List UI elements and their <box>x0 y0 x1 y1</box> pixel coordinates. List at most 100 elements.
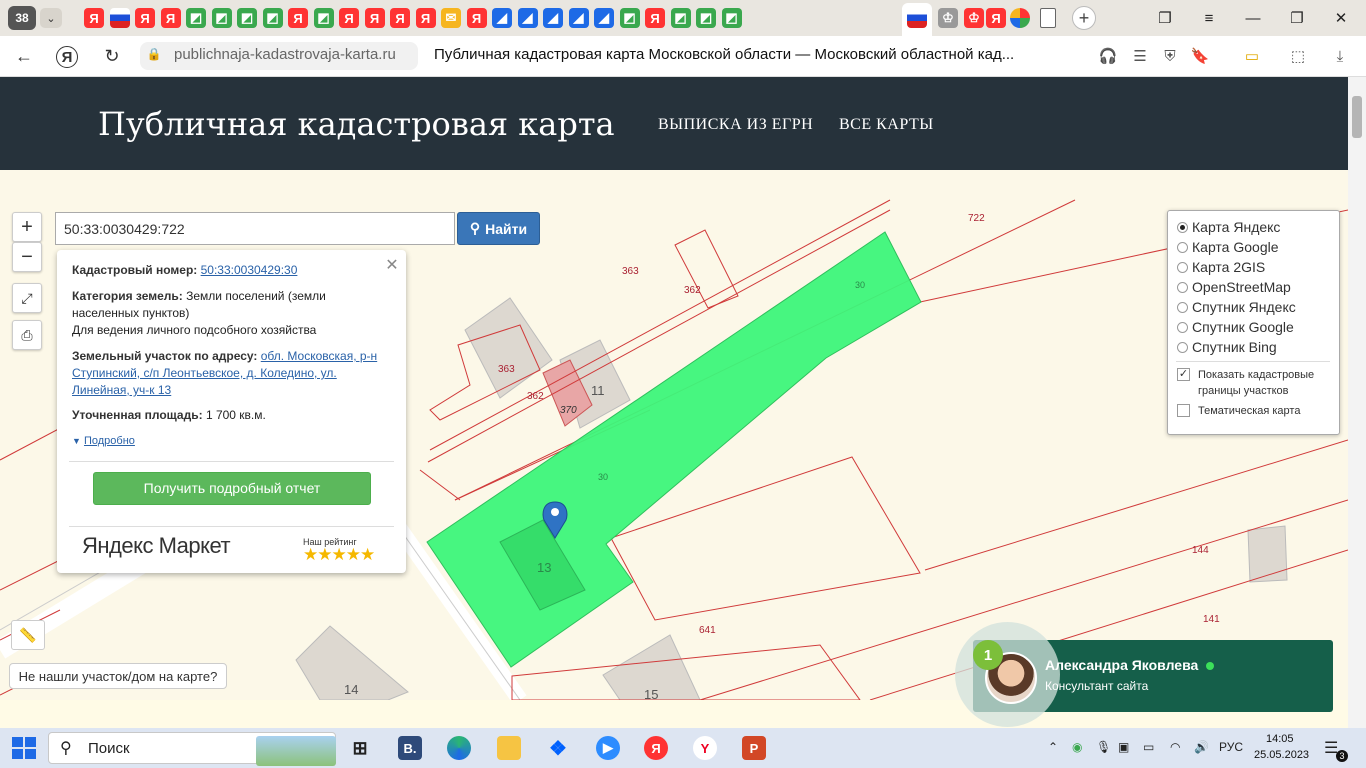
mail-tab-icon[interactable]: ✉ <box>441 8 461 28</box>
lock-icon[interactable]: 🔒 <box>146 46 162 62</box>
back-arrow-icon[interactable]: ← <box>12 44 36 68</box>
checkbox-checked-icon[interactable]: ✓ <box>1177 368 1190 381</box>
tab-count-badge[interactable]: 38 <box>8 6 36 30</box>
url-text[interactable]: publichnaja-kadastrovaja-karta.ru <box>174 46 396 63</box>
yandex-tab-icon[interactable]: Я <box>390 8 410 28</box>
extensions-icon[interactable]: ⬚ <box>1288 46 1308 66</box>
layer-yandex-satellite[interactable]: Спутник Яндекс <box>1177 299 1296 315</box>
language-indicator[interactable]: РУС <box>1219 740 1243 754</box>
radio-icon[interactable] <box>1177 341 1188 353</box>
tray-clipboard-icon[interactable]: ▣ <box>1118 740 1129 754</box>
active-tab[interactable] <box>902 3 932 36</box>
taskbar-search-placeholder[interactable]: Поиск <box>88 740 130 757</box>
microphone-icon[interactable]: 🎙 <box>1096 740 1111 754</box>
document-tab-icon[interactable] <box>1040 8 1056 28</box>
apps-tab-icon[interactable] <box>1010 8 1030 28</box>
yandex-tab-icon[interactable]: Я <box>84 8 104 28</box>
reader-mode-icon[interactable]: ☰ <box>1130 46 1150 66</box>
kadastr-tab-icon[interactable]: ◩ <box>696 8 716 28</box>
blue-tab-icon[interactable]: ◢ <box>543 8 563 28</box>
zoom-in-button[interactable]: + <box>12 212 42 242</box>
site-title[interactable]: Публичная кадастровая карта <box>98 105 615 143</box>
kadastr-tab-icon[interactable]: ◩ <box>313 8 334 28</box>
cadastral-search-input[interactable] <box>55 212 455 245</box>
cadastral-number-link[interactable]: 50:33:0030429:30 <box>201 263 298 277</box>
emblem-tab-icon[interactable]: ♔ <box>938 8 958 28</box>
russia-flag-icon[interactable] <box>109 8 130 28</box>
radio-icon[interactable] <box>1177 281 1188 293</box>
battery-icon[interactable]: ▭ <box>1143 740 1154 754</box>
clock-time[interactable]: 14:05 <box>1266 733 1294 745</box>
tray-expand-icon[interactable]: ⌃ <box>1048 740 1058 754</box>
protect-icon[interactable]: ⛨ <box>1160 46 1180 66</box>
cadastral-map[interactable]: 722 363 362 363 362 370 144 641 141 30 3… <box>0 170 1348 700</box>
radio-icon[interactable] <box>1177 321 1188 333</box>
blue-tab-icon[interactable]: ◢ <box>594 8 614 28</box>
search-button[interactable]: ⚲ Найти <box>457 212 540 245</box>
not-found-button[interactable]: Не нашли участок/дом на карте? <box>9 663 227 689</box>
kadastr-tab-icon[interactable]: ◩ <box>619 8 640 28</box>
yandex-tab-icon[interactable]: Я <box>986 8 1006 28</box>
yandex-tab-icon[interactable]: Я <box>288 8 308 28</box>
minimize-icon[interactable]: — <box>1238 6 1268 30</box>
layer-yandex-map[interactable]: Карта Яндекс <box>1177 219 1280 235</box>
scrollbar-thumb[interactable] <box>1352 96 1362 138</box>
powerpoint-icon[interactable]: P <box>742 736 766 760</box>
blue-tab-icon[interactable]: ◢ <box>517 8 538 28</box>
layer-osm[interactable]: OpenStreetMap <box>1177 279 1291 295</box>
zoom-out-button[interactable]: − <box>12 242 42 272</box>
show-boundaries-option[interactable]: ✓ Показать кадастровые границы участков <box>1177 367 1327 399</box>
new-tab-plus-icon[interactable]: + <box>1072 6 1096 30</box>
radio-icon[interactable] <box>1177 241 1188 253</box>
print-icon[interactable]: ⎙ <box>12 320 42 350</box>
close-window-icon[interactable]: ✕ <box>1326 6 1356 30</box>
yandex-logo-icon[interactable]: Я <box>56 46 78 68</box>
get-report-button[interactable]: Получить подробный отчет <box>93 472 371 505</box>
page-scrollbar[interactable] <box>1348 77 1366 728</box>
thematic-map-option[interactable]: Тематическая карта <box>1177 403 1300 419</box>
kadastr-tab-icon[interactable]: ◩ <box>186 8 206 28</box>
kadastr-tab-icon[interactable]: ◩ <box>211 8 232 28</box>
checkbox-icon[interactable] <box>1177 404 1190 417</box>
nav-egrn-extract[interactable]: ВЫПИСКА ИЗ ЕГРН <box>658 116 813 134</box>
yandex-tab-icon[interactable]: Я <box>466 8 487 28</box>
dropbox-icon[interactable]: ❖ <box>546 736 570 760</box>
layer-2gis-map[interactable]: Карта 2GIS <box>1177 259 1265 275</box>
headphones-icon[interactable]: 🎧 <box>1098 46 1118 66</box>
tab-list-chevron-icon[interactable]: ⌄ <box>40 8 62 28</box>
tray-app-icon[interactable]: ◉ <box>1072 740 1082 754</box>
radio-icon[interactable] <box>1177 261 1188 273</box>
kadastr-tab-icon[interactable]: ◩ <box>237 8 257 28</box>
zoom-app-icon[interactable]: ▶ <box>596 736 620 760</box>
tabs-overview-icon[interactable]: ❐ <box>1150 6 1180 30</box>
yandex-app-icon[interactable]: Я <box>644 736 668 760</box>
layer-google-satellite[interactable]: Спутник Google <box>1177 319 1294 335</box>
blue-tab-icon[interactable]: ◢ <box>492 8 512 28</box>
file-explorer-icon[interactable] <box>497 736 521 760</box>
wifi-icon[interactable]: ◠ <box>1170 740 1180 754</box>
download-icon[interactable]: ⤓ <box>1330 46 1350 66</box>
yandex-browser-icon[interactable]: Y <box>693 736 717 760</box>
yandex-tab-icon[interactable]: Я <box>645 8 665 28</box>
kadastr-tab-icon[interactable]: ◩ <box>721 8 742 28</box>
details-link[interactable]: Подробно <box>84 435 135 447</box>
layer-google-map[interactable]: Карта Google <box>1177 239 1279 255</box>
volume-icon[interactable]: 🔊 <box>1194 740 1209 754</box>
ruler-icon[interactable]: 📏 <box>11 620 45 650</box>
details-toggle[interactable]: ▼ Подробно <box>72 433 387 450</box>
kadastr-tab-icon[interactable]: ◩ <box>262 8 283 28</box>
yandex-market-logo[interactable]: Яндекс Маркет <box>82 535 231 557</box>
yandex-tab-icon[interactable]: Я <box>415 8 436 28</box>
yandex-tab-icon[interactable]: Я <box>364 8 385 28</box>
layer-bing-satellite[interactable]: Спутник Bing <box>1177 339 1277 355</box>
task-view-icon[interactable]: ⊞ <box>348 736 372 760</box>
restore-icon[interactable]: ❐ <box>1282 6 1312 30</box>
consultant-name[interactable]: Александра Яковлева <box>1045 657 1198 673</box>
fullscreen-icon[interactable]: ⤢ <box>12 283 42 313</box>
emblem-tab-icon[interactable]: ♔ <box>964 8 984 28</box>
menu-icon[interactable]: ≡ <box>1194 6 1224 30</box>
windows-start-icon[interactable] <box>12 737 36 759</box>
yandex-tab-icon[interactable]: Я <box>339 8 359 28</box>
battery-saver-icon[interactable]: ▭ <box>1242 46 1262 66</box>
yandex-tab-icon[interactable]: Я <box>160 8 181 28</box>
